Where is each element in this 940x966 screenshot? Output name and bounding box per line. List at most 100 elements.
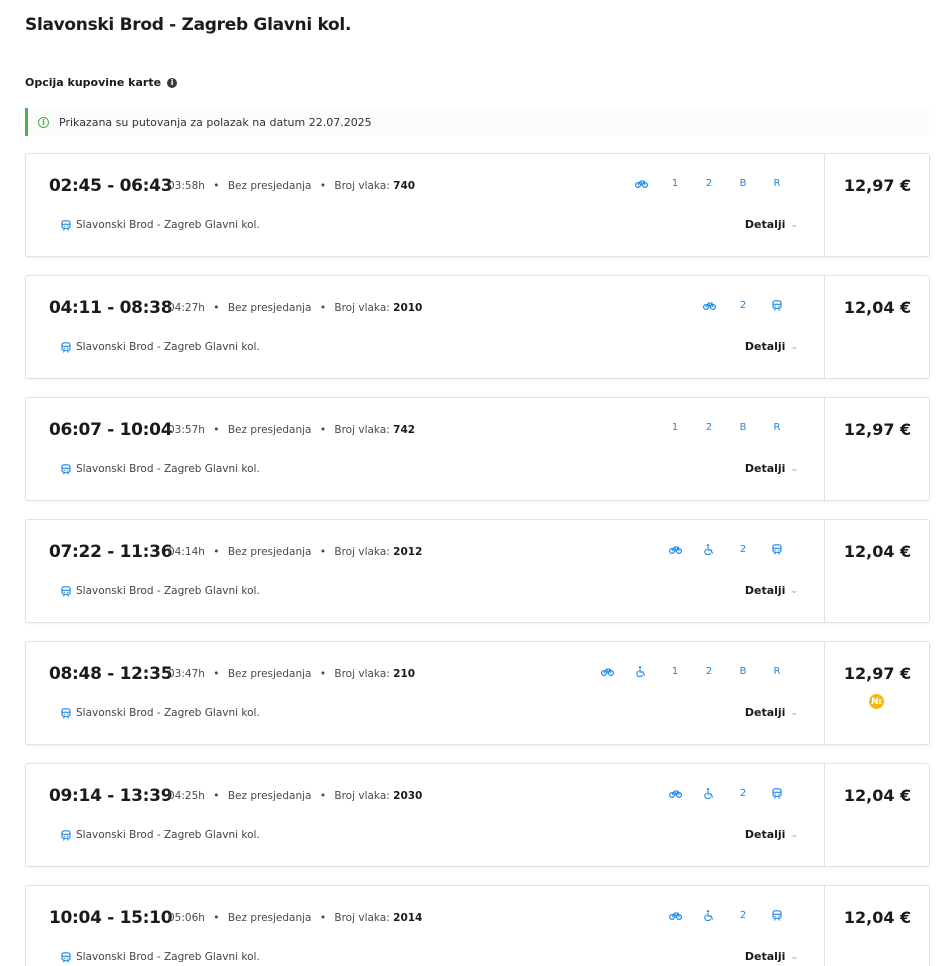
- trip-main: 10:04 - 15:10 05:06h • Bez presjedanja •…: [26, 886, 824, 966]
- trip-main: 08:48 - 12:35 03:47h • Bez presjedanja •…: [26, 642, 824, 744]
- details-button[interactable]: Detalji ⌄: [745, 340, 798, 353]
- trip-price-column[interactable]: 12,97 €: [824, 398, 929, 500]
- chevron-down-icon: ⌄: [790, 829, 798, 840]
- offer-badge-icon[interactable]: №: [869, 694, 884, 709]
- details-button[interactable]: Detalji ⌄: [745, 828, 798, 841]
- trip-duration: 03:47h: [168, 668, 205, 680]
- trip-features: 2: [658, 788, 794, 799]
- info-circle-icon: i: [38, 116, 49, 128]
- details-label: Detalji: [744, 706, 786, 719]
- details-label: Detalji: [744, 340, 786, 353]
- wheelchair-icon: [692, 544, 726, 555]
- trip-card[interactable]: 09:14 - 13:39 04:25h • Bez presjedanja •…: [25, 763, 930, 867]
- train-number: 740: [393, 180, 416, 192]
- route-label: Slavonski Brod - Zagreb Glavni kol.: [76, 463, 260, 475]
- no-transfer-label: Bez presjedanja: [227, 302, 312, 314]
- trip-price-column[interactable]: 12,04 €: [824, 276, 929, 378]
- trip-route: Slavonski Brod - Zagreb Glavni kol.: [61, 585, 260, 597]
- details-button[interactable]: Detalji ⌄: [745, 462, 798, 475]
- details-label: Detalji: [744, 218, 786, 231]
- trip-duration: 03:57h: [168, 424, 205, 436]
- chevron-down-icon: ⌄: [790, 707, 798, 718]
- trip-price-column[interactable]: 12,97 €: [824, 154, 929, 256]
- trip-features: 2: [658, 544, 794, 555]
- class-feature-label: 2: [739, 910, 747, 921]
- trip-features: 1 2 B R: [590, 666, 794, 677]
- train-number: 2010: [393, 302, 423, 314]
- meta-separator: •: [213, 668, 220, 680]
- trip-times: 09:14 - 13:39: [49, 786, 173, 806]
- trip-duration: 04:14h: [168, 546, 205, 558]
- route-label: Slavonski Brod - Zagreb Glavni kol.: [76, 585, 260, 597]
- chevron-down-icon: ⌄: [790, 219, 798, 230]
- train-number: 2014: [393, 912, 423, 924]
- trip-meta: 04:14h • Bez presjedanja • Broj vlaka: 2…: [168, 546, 422, 558]
- trip-price: 12,97 €: [843, 420, 912, 439]
- bike-icon: [658, 789, 692, 798]
- trip-route: Slavonski Brod - Zagreb Glavni kol.: [61, 341, 260, 353]
- bike-icon: [658, 545, 692, 554]
- trip-duration: 04:27h: [168, 302, 205, 314]
- train-number: 742: [393, 424, 416, 436]
- no-transfer-label: Bez presjedanja: [227, 546, 312, 558]
- trip-price-column[interactable]: 12,04 €: [824, 886, 929, 966]
- class-feature-label: 2: [705, 666, 713, 677]
- trip-times: 04:11 - 08:38: [49, 298, 173, 318]
- details-button[interactable]: Detalji ⌄: [745, 218, 798, 231]
- trip-card[interactable]: 02:45 - 06:43 03:58h • Bez presjedanja •…: [25, 153, 930, 257]
- trip-main: 02:45 - 06:43 03:58h • Bez presjedanja •…: [26, 154, 824, 256]
- wheelchair-icon: [692, 788, 726, 799]
- trip-duration: 03:58h: [168, 180, 205, 192]
- trip-times: 10:04 - 15:10: [49, 908, 173, 928]
- details-button[interactable]: Detalji ⌄: [745, 950, 798, 963]
- trip-duration: 04:25h: [168, 790, 205, 802]
- trip-price-column[interactable]: 12,04 €: [824, 764, 929, 866]
- train-icon: [61, 707, 71, 719]
- trip-card[interactable]: 08:48 - 12:35 03:47h • Bez presjedanja •…: [25, 641, 930, 745]
- trip-card[interactable]: 04:11 - 08:38 04:27h • Bez presjedanja •…: [25, 275, 930, 379]
- train-icon: [61, 585, 71, 597]
- trip-price-column[interactable]: 12,97 € №: [824, 642, 929, 744]
- trip-main: 06:07 - 10:04 03:57h • Bez presjedanja •…: [26, 398, 824, 500]
- trip-features: 2: [658, 910, 794, 921]
- train-number-label: Broj vlaka:: [334, 180, 390, 192]
- trip-card[interactable]: 10:04 - 15:10 05:06h • Bez presjedanja •…: [25, 885, 930, 966]
- trip-meta: 04:25h • Bez presjedanja • Broj vlaka: 2…: [168, 790, 422, 802]
- class-feature-label: 1: [671, 666, 679, 677]
- train-number-label: Broj vlaka:: [334, 546, 390, 558]
- train-number-label: Broj vlaka:: [334, 668, 390, 680]
- route-label: Slavonski Brod - Zagreb Glavni kol.: [76, 829, 260, 841]
- train-number-label: Broj vlaka:: [334, 790, 390, 802]
- details-label: Detalji: [744, 828, 786, 841]
- trip-route: Slavonski Brod - Zagreb Glavni kol.: [61, 219, 260, 231]
- trip-route: Slavonski Brod - Zagreb Glavni kol.: [61, 463, 260, 475]
- bike-icon: [692, 301, 726, 310]
- train-icon: [760, 910, 794, 921]
- wheelchair-icon: [624, 666, 658, 677]
- chevron-down-icon: ⌄: [790, 341, 798, 352]
- trip-card[interactable]: 06:07 - 10:04 03:57h • Bez presjedanja •…: [25, 397, 930, 501]
- class-feature-label: B: [739, 178, 747, 189]
- meta-separator: •: [319, 912, 327, 924]
- trip-times: 08:48 - 12:35: [49, 664, 173, 684]
- train-number-label: Broj vlaka:: [334, 302, 390, 314]
- route-label: Slavonski Brod - Zagreb Glavni kol.: [76, 707, 260, 719]
- meta-separator: •: [213, 546, 220, 558]
- section-label-text: Opcija kupovine karte: [25, 76, 162, 89]
- details-button[interactable]: Detalji ⌄: [745, 706, 798, 719]
- bike-icon: [624, 179, 658, 188]
- trip-times: 07:22 - 11:36: [49, 542, 173, 562]
- info-icon[interactable]: i: [167, 77, 178, 88]
- bike-icon: [590, 667, 624, 676]
- trip-route: Slavonski Brod - Zagreb Glavni kol.: [61, 829, 260, 841]
- route-label: Slavonski Brod - Zagreb Glavni kol.: [76, 951, 260, 963]
- class-feature-label: 1: [671, 178, 679, 189]
- train-icon: [760, 788, 794, 799]
- meta-separator: •: [319, 424, 327, 436]
- trip-price-column[interactable]: 12,04 €: [824, 520, 929, 622]
- trip-card[interactable]: 07:22 - 11:36 04:14h • Bez presjedanja •…: [25, 519, 930, 623]
- trip-features: 2: [692, 300, 794, 311]
- details-button[interactable]: Detalji ⌄: [745, 584, 798, 597]
- details-label: Detalji: [744, 584, 786, 597]
- trip-meta: 03:47h • Bez presjedanja • Broj vlaka: 2…: [168, 668, 415, 680]
